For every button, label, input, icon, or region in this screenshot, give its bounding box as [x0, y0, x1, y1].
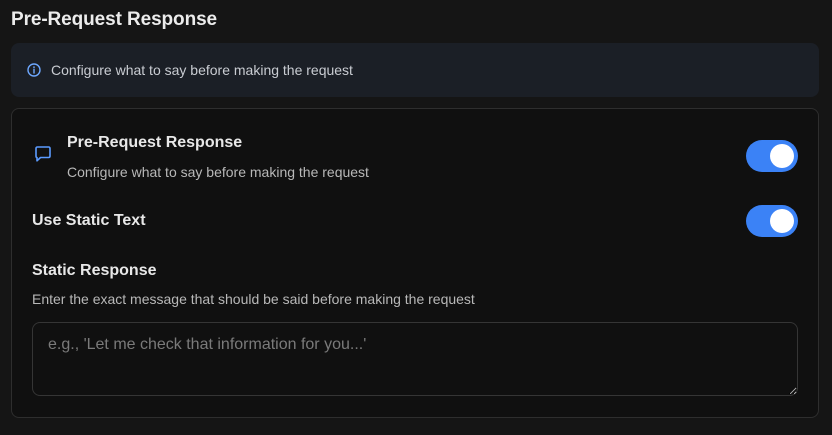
- page-title: Pre-Request Response: [11, 9, 218, 30]
- pre-request-title: Pre-Request Response: [67, 134, 243, 151]
- chat-bubble-icon: [33, 144, 53, 164]
- toggle-knob: [770, 144, 794, 168]
- toggle-knob: [770, 209, 794, 233]
- settings-card: Pre-Request Response Configure what to s…: [11, 108, 819, 418]
- static-response-title: Static Response: [32, 262, 157, 279]
- pre-request-response-page: Pre-Request Response Configure what to s…: [0, 0, 832, 435]
- static-response-description: Enter the exact message that should be s…: [32, 291, 475, 307]
- pre-request-toggle[interactable]: [746, 140, 798, 172]
- use-static-text-toggle[interactable]: [746, 205, 798, 237]
- info-banner-text: Configure what to say before making the …: [51, 62, 353, 78]
- use-static-text-label: Use Static Text: [32, 212, 146, 229]
- pre-request-description: Configure what to say before making the …: [67, 164, 369, 180]
- info-banner: Configure what to say before making the …: [11, 43, 819, 97]
- static-response-field-wrapper: [32, 322, 798, 396]
- static-response-textarea[interactable]: [32, 322, 798, 396]
- info-icon: [27, 63, 41, 77]
